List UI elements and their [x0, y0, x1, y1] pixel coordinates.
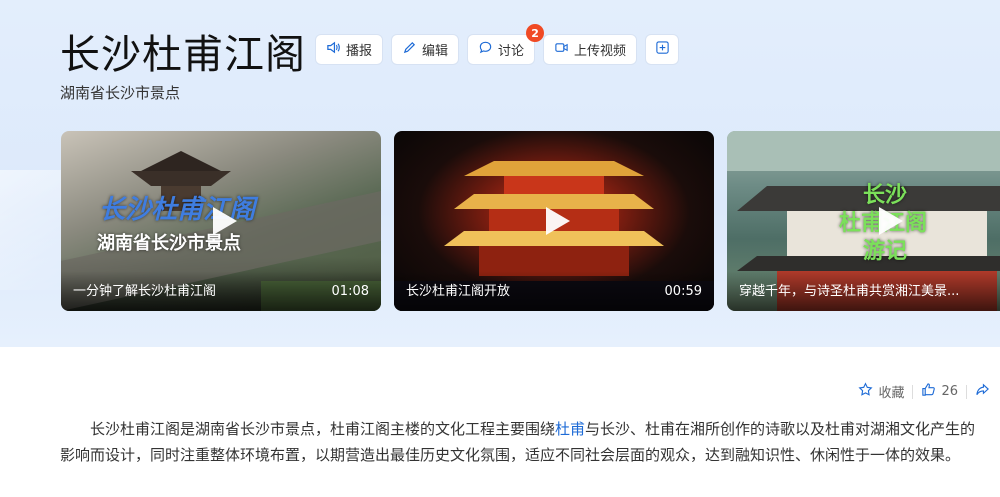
- edit-label: 编辑: [422, 44, 449, 59]
- play-icon: [546, 207, 570, 235]
- speaker-icon: [326, 40, 341, 59]
- video-duration: 00:59: [664, 284, 702, 299]
- video-carousel: 长沙杜甫江阁 湖南省长沙市景点 一分钟了解长沙杜甫江阁 01:08 长沙杜甫江阁…: [61, 131, 1000, 311]
- play-icon: [879, 207, 903, 235]
- discuss-badge: 2: [526, 24, 545, 42]
- share-button[interactable]: [975, 382, 990, 401]
- thumbs-up-icon: [921, 382, 936, 401]
- add-button[interactable]: [645, 34, 680, 65]
- like-count: 26: [941, 384, 958, 399]
- video-caption: 长沙杜甫江阁开放: [406, 284, 511, 299]
- discuss-label: 讨论: [498, 44, 525, 59]
- broadcast-label: 播报: [346, 44, 373, 59]
- video-card[interactable]: 长沙杜甫江阁 湖南省长沙市景点 一分钟了解长沙杜甫江阁 01:08: [61, 131, 381, 311]
- favorite-button[interactable]: 收藏: [858, 382, 904, 401]
- chat-bubble-icon: [478, 40, 493, 59]
- video-info-bar: 长沙杜甫江阁开放 00:59: [394, 271, 714, 311]
- upload-video-label: 上传视频: [574, 44, 627, 59]
- action-bar: 播报 编辑 2 讨论 上传视频: [315, 24, 680, 65]
- video-card[interactable]: 长沙杜甫江阁开放 00:59: [394, 131, 714, 311]
- edit-button[interactable]: 编辑: [391, 34, 460, 65]
- video-camera-icon: [554, 40, 569, 59]
- video-info-bar: 一分钟了解长沙杜甫江阁 01:08: [61, 271, 381, 311]
- discuss-button[interactable]: 2 讨论: [467, 24, 545, 65]
- video-overlay-line3: 游记: [863, 239, 908, 264]
- video-info-bar: 穿越千年，与诗圣杜甫共赏湘江美景... 0: [727, 271, 1000, 311]
- video-caption: 穿越千年，与诗圣杜甫共赏湘江美景...: [739, 284, 960, 299]
- description-paragraph: 长沙杜甫江阁是湖南省长沙市景点，杜甫江阁主楼的文化工程主要围绕杜甫与长沙、杜甫在…: [60, 416, 990, 468]
- video-duration: 01:08: [331, 284, 369, 299]
- description-text-start: 长沙杜甫江阁是湖南省长沙市景点，杜甫江阁主楼的文化工程主要围绕: [90, 420, 556, 438]
- divider: [966, 384, 967, 399]
- page-subtitle: 湖南省长沙市景点: [60, 84, 181, 102]
- like-button[interactable]: 26: [921, 382, 958, 401]
- plus-icon: [655, 40, 670, 59]
- star-icon: [858, 382, 873, 401]
- meta-bar: 收藏 26: [858, 382, 990, 401]
- pencil-icon: [402, 40, 417, 59]
- share-icon: [975, 382, 990, 401]
- video-card[interactable]: 长沙 杜甫江阁 游记 穿越千年，与诗圣杜甫共赏湘江美景... 0: [727, 131, 1000, 311]
- broadcast-button[interactable]: 播报: [315, 34, 384, 65]
- du-fu-link[interactable]: 杜甫: [555, 420, 585, 438]
- divider: [912, 384, 914, 399]
- upload-video-button[interactable]: 上传视频: [543, 34, 638, 65]
- play-icon: [213, 207, 237, 235]
- video-caption: 一分钟了解长沙杜甫江阁: [73, 284, 217, 299]
- hero-banner: 长沙杜甫江阁 播报 编辑 2 讨论 上传视频 湖南省长沙市景点 长沙杜甫江阁 湖…: [0, 0, 1000, 347]
- page-title: 长沙杜甫江阁: [60, 32, 306, 78]
- favorite-label: 收藏: [878, 386, 905, 401]
